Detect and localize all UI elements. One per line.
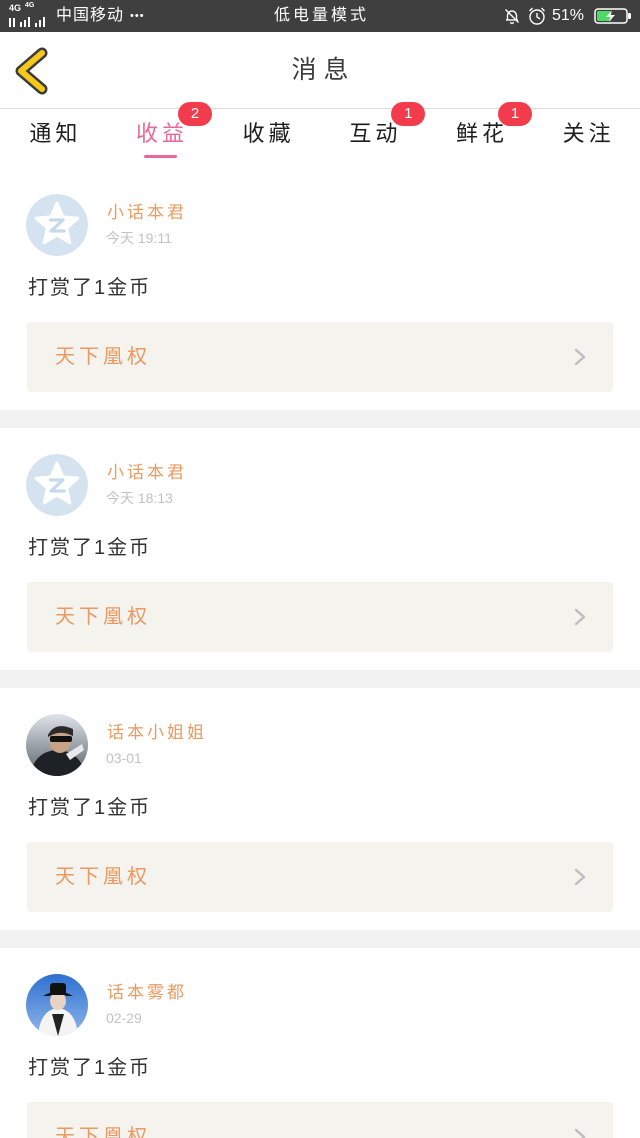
photo-avatar-icon xyxy=(26,974,88,1036)
power-mode-label: 低电量模式 xyxy=(273,7,369,24)
battery-percent: 51% xyxy=(552,7,585,24)
chevron-right-icon xyxy=(574,608,586,626)
avatar[interactable] xyxy=(26,194,88,256)
book-link[interactable]: 天下凰权 xyxy=(27,1102,613,1138)
message-text: 打赏了1金币 xyxy=(28,537,152,559)
avatar[interactable] xyxy=(26,974,88,1036)
tab-label: 鲜花 xyxy=(455,121,508,146)
tab-interactions[interactable]: 互动 1 xyxy=(320,102,427,168)
network-type-label: 4G xyxy=(9,3,22,13)
message-time: 02-29 xyxy=(106,1010,142,1026)
message-card[interactable]: 话本小姐姐 03-01 打赏了1金币 天下凰权 xyxy=(0,688,640,930)
message-text: 打赏了1金币 xyxy=(28,1057,152,1079)
default-avatar-icon xyxy=(26,194,88,256)
message-time: 03-01 xyxy=(106,750,142,766)
carrier-name: 中国移动 xyxy=(56,7,125,24)
alarm-icon xyxy=(529,7,545,25)
unread-badge: 1 xyxy=(497,102,532,126)
tab-following[interactable]: 关注 xyxy=(533,109,640,168)
message-text: 打赏了1金币 xyxy=(28,277,152,299)
status-bar: 4G 4G 中国移动 ••• 低电量模式 51% xyxy=(0,0,640,32)
tab-label: 关注 xyxy=(562,121,615,146)
more-dots: ••• xyxy=(130,10,145,22)
tab-bar: 通知 收益 2 收藏 互动 1 鲜花 1 关注 xyxy=(0,102,640,168)
message-card[interactable]: 话本雾都 02-29 打赏了1金币 天下凰权 xyxy=(0,948,640,1138)
message-card[interactable]: 小话本君 今天 19:11 打赏了1金币 天下凰权 xyxy=(0,168,640,410)
battery-charging-icon xyxy=(594,8,631,24)
message-time: 今天 18:13 xyxy=(106,490,173,506)
book-link[interactable]: 天下凰权 xyxy=(27,582,613,652)
tab-notifications[interactable]: 通知 xyxy=(0,109,107,168)
tab-flowers[interactable]: 鲜花 1 xyxy=(427,102,534,168)
signal-bars-icon xyxy=(9,17,45,27)
tab-label: 收藏 xyxy=(242,121,295,146)
page-title: 消息 xyxy=(291,56,356,84)
sender-name[interactable]: 小话本君 xyxy=(107,203,187,223)
tab-label: 收益 xyxy=(135,121,188,146)
default-avatar-icon xyxy=(26,454,88,516)
photo-avatar-icon xyxy=(26,714,88,776)
book-link[interactable]: 天下凰权 xyxy=(27,322,613,392)
avatar[interactable] xyxy=(26,714,88,776)
active-tab-indicator xyxy=(143,155,177,158)
tab-favorites[interactable]: 收藏 xyxy=(213,109,320,168)
unread-badge: 1 xyxy=(391,102,426,126)
section-divider xyxy=(0,410,640,428)
tab-label: 通知 xyxy=(29,121,82,146)
message-card[interactable]: 小话本君 今天 18:13 打赏了1金币 天下凰权 xyxy=(0,428,640,670)
book-title: 天下凰权 xyxy=(55,866,151,888)
app-root: 4G 4G 中国移动 ••• 低电量模式 51% 消息 通知 收益 2 收藏 互… xyxy=(0,0,640,1138)
network-type-label-secondary: 4G xyxy=(25,2,35,9)
message-text: 打赏了1金币 xyxy=(28,797,152,819)
avatar[interactable] xyxy=(26,454,88,516)
chevron-right-icon xyxy=(574,348,586,366)
section-divider xyxy=(0,670,640,688)
carrier-group: 中国移动 ••• xyxy=(56,0,145,32)
book-title: 天下凰权 xyxy=(55,1126,151,1138)
section-divider xyxy=(0,930,640,948)
book-title: 天下凰权 xyxy=(55,346,151,368)
book-title: 天下凰权 xyxy=(55,606,151,628)
tab-label: 互动 xyxy=(349,121,402,146)
header: 消息 xyxy=(0,32,640,109)
unread-badge: 2 xyxy=(177,102,212,126)
book-link[interactable]: 天下凰权 xyxy=(27,842,613,912)
chevron-right-icon xyxy=(574,1128,586,1138)
sender-name[interactable]: 小话本君 xyxy=(107,463,187,483)
bell-off-icon xyxy=(505,9,519,25)
tab-earnings[interactable]: 收益 2 xyxy=(107,102,214,168)
sender-name[interactable]: 话本小姐姐 xyxy=(107,723,207,743)
message-time: 今天 19:11 xyxy=(106,230,172,246)
sender-name[interactable]: 话本雾都 xyxy=(107,983,187,1003)
chevron-right-icon xyxy=(574,868,586,886)
